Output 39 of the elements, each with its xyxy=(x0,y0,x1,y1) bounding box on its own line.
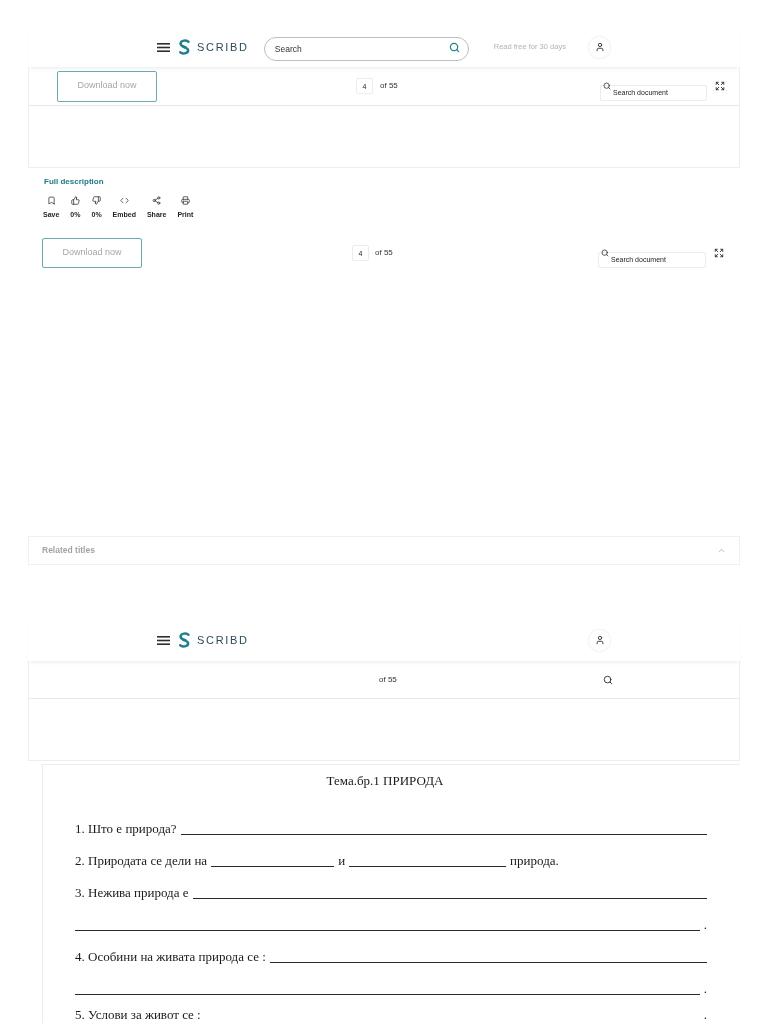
search-field[interactable]: Search xyxy=(263,37,469,61)
search-icon[interactable] xyxy=(448,41,460,53)
search-icon[interactable] xyxy=(603,674,613,685)
logo-link[interactable]: SCRIBD xyxy=(179,632,249,648)
printer-icon xyxy=(180,196,190,205)
share-icon xyxy=(152,196,162,205)
logo-mark-icon xyxy=(179,632,190,648)
worksheet-text: и xyxy=(338,852,346,868)
chevron-up-icon xyxy=(717,546,726,555)
punctuation-text: . xyxy=(703,916,707,932)
page-count-text: of 55 xyxy=(379,673,397,686)
punctuation-text: . xyxy=(703,1007,707,1022)
worksheet-text: 4. Особини на живата природа се : xyxy=(75,948,266,964)
user-icon xyxy=(594,635,605,645)
fullscreen-icon[interactable] xyxy=(714,248,724,258)
logo-link[interactable]: SCRIBD xyxy=(179,39,249,55)
logo-mark-icon xyxy=(179,39,190,55)
menu-icon[interactable] xyxy=(157,42,170,52)
search-icon xyxy=(601,249,609,257)
account-button[interactable] xyxy=(589,629,610,651)
worksheet-text: 2. Природата се дели на xyxy=(75,852,208,868)
menu-icon[interactable] xyxy=(157,635,170,645)
code-icon xyxy=(119,196,129,205)
user-icon xyxy=(594,42,605,52)
page-count-text: of 55 xyxy=(380,80,398,92)
worksheet-text: 1. Што е природа? xyxy=(75,820,177,836)
fullscreen-icon[interactable] xyxy=(715,81,725,91)
worksheet-text: природа. xyxy=(510,852,559,868)
thumbs-down-icon xyxy=(92,196,102,205)
full-description-link[interactable]: Full description xyxy=(44,177,104,187)
page-count-text: of 55 xyxy=(375,247,393,259)
bookmark-icon xyxy=(46,196,56,205)
document-title: Тема.бр.1 ПРИРОДА xyxy=(326,773,444,789)
worksheet-text: 3. Нежива природа е xyxy=(75,884,189,900)
worksheet-text: 5. Услови за живот се : xyxy=(75,1007,201,1022)
thumbs-up-icon xyxy=(70,196,80,205)
punctuation-text: . xyxy=(703,980,707,996)
account-button[interactable] xyxy=(589,36,610,58)
search-icon xyxy=(603,82,611,90)
